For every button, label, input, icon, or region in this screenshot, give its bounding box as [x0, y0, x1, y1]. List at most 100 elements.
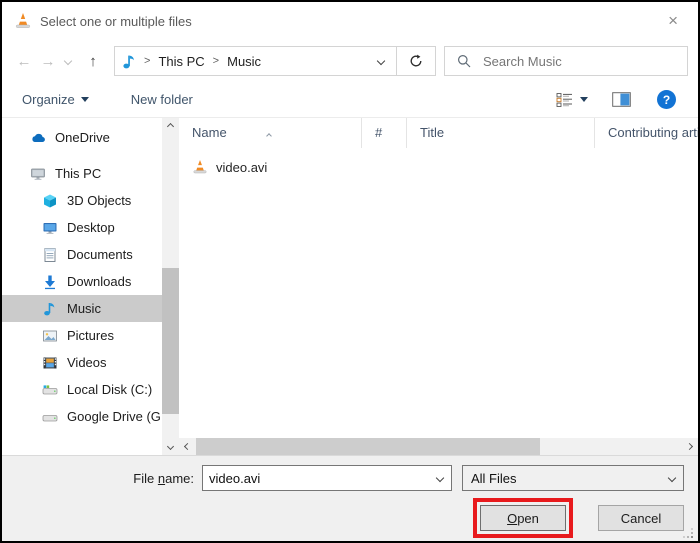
sidebar-item-label: OneDrive — [55, 130, 110, 145]
scroll-up-button[interactable] — [162, 118, 179, 135]
column-label: Title — [420, 125, 444, 140]
sidebar-scrollbar[interactable] — [162, 118, 179, 455]
sidebar-item-label: Videos — [67, 355, 107, 370]
sort-ascending-icon — [267, 119, 271, 148]
window-title: Select one or multiple files — [40, 14, 192, 29]
column-header-name[interactable]: Name — [179, 118, 362, 148]
column-label: # — [375, 125, 382, 140]
downloads-icon — [42, 274, 58, 290]
breadcrumb-separator: > — [213, 55, 219, 67]
back-button[interactable]: ← — [12, 53, 36, 70]
combo-chevron-icon[interactable] — [429, 475, 451, 481]
file-type-value: All Files — [463, 471, 661, 486]
sidebar-scroll-track[interactable] — [162, 135, 179, 438]
sidebar-item-music[interactable]: Music — [2, 295, 162, 322]
dialog-footer: File name: All Files Open Cancel — [2, 455, 698, 541]
vlc-cone-icon — [14, 12, 32, 30]
file-name: video.avi — [216, 160, 267, 175]
forward-button[interactable]: → — [36, 53, 60, 70]
file-list: Name # Title Contributing artists — [179, 118, 698, 455]
vlc-file-icon — [192, 159, 208, 175]
sidebar-item-documents[interactable]: Documents — [2, 241, 162, 268]
scroll-down-button[interactable] — [162, 438, 179, 455]
file-type-dropdown[interactable]: All Files — [462, 465, 684, 491]
recent-locations-button[interactable] — [60, 58, 76, 64]
horizontal-scroll-thumb[interactable] — [196, 438, 540, 455]
cancel-button[interactable]: Cancel — [598, 505, 684, 531]
column-header-number[interactable]: # — [362, 118, 407, 148]
pictures-icon — [42, 328, 58, 344]
search-input[interactable] — [481, 53, 631, 70]
buttons-row: Open Cancel — [2, 498, 698, 538]
file-name-combobox[interactable] — [202, 465, 452, 491]
music-note-icon — [42, 301, 58, 317]
local-disk-icon — [42, 382, 58, 398]
help-button[interactable]: ? — [657, 90, 676, 109]
file-name-input[interactable] — [203, 470, 429, 487]
file-name-row: File name: All Files — [2, 465, 698, 491]
sidebar-item-google-drive-g[interactable]: Google Drive (G: — [2, 403, 162, 430]
file-name-label: File name: — [133, 471, 194, 486]
desktop-icon — [42, 220, 58, 236]
sidebar-item-label: Local Disk (C:) — [67, 382, 152, 397]
new-folder-label: New folder — [131, 92, 193, 107]
search-box[interactable] — [444, 46, 688, 76]
close-button[interactable]: × — [648, 11, 698, 31]
sidebar-scroll-thumb[interactable] — [162, 268, 179, 413]
sidebar-item-pictures[interactable]: Pictures — [2, 322, 162, 349]
sidebar-item-desktop[interactable]: Desktop — [2, 214, 162, 241]
sidebar-item-videos[interactable]: Videos — [2, 349, 162, 376]
column-header-contributing-artists[interactable]: Contributing artists — [595, 118, 698, 148]
annotation-highlight-box: Open — [473, 498, 573, 538]
onedrive-cloud-icon — [30, 130, 46, 146]
help-question-glyph: ? — [663, 93, 670, 107]
sidebar-item-3d-objects[interactable]: 3D Objects — [2, 187, 162, 214]
horizontal-scrollbar[interactable] — [179, 438, 698, 455]
scroll-right-button[interactable] — [681, 438, 698, 455]
file-row-video-avi[interactable]: video.avi — [179, 153, 698, 181]
navigation-sidebar: OneDrive This PC 3D Objects — [2, 118, 162, 455]
breadcrumb-item-music[interactable]: Music — [227, 54, 261, 69]
address-bar[interactable]: > This PC > Music — [114, 46, 436, 76]
breadcrumb-item-this-pc[interactable]: This PC — [158, 54, 204, 69]
view-options-chevron-icon[interactable] — [580, 97, 588, 102]
new-folder-button[interactable]: New folder — [131, 92, 193, 107]
details-view-icon[interactable] — [556, 92, 573, 108]
sidebar-item-downloads[interactable]: Downloads — [2, 268, 162, 295]
refresh-button[interactable] — [396, 47, 435, 75]
combo-chevron-icon[interactable] — [661, 475, 683, 481]
sidebar-item-label: This PC — [55, 166, 101, 181]
cancel-label: Cancel — [621, 511, 661, 526]
address-dropdown-chevron-icon[interactable] — [378, 58, 384, 64]
sidebar-item-label: Pictures — [67, 328, 114, 343]
horizontal-scroll-track[interactable] — [196, 438, 681, 455]
file-open-dialog: Select one or multiple files × ← → ↑ > T… — [0, 0, 700, 543]
sidebar-item-onedrive[interactable]: OneDrive — [2, 124, 162, 151]
sidebar-item-label: Music — [67, 301, 101, 316]
search-icon — [457, 54, 471, 68]
organize-menu-button[interactable]: Organize — [22, 92, 89, 107]
up-button[interactable]: ↑ — [80, 53, 106, 70]
column-header-title[interactable]: Title — [407, 118, 595, 148]
sidebar-item-local-disk-c[interactable]: Local Disk (C:) — [2, 376, 162, 403]
sidebar-item-label: Downloads — [67, 274, 131, 289]
view-controls: ? — [556, 90, 676, 109]
this-pc-icon — [30, 166, 46, 182]
breadcrumb: > This PC > Music — [115, 47, 396, 75]
navigation-bar: ← → ↑ > This PC > Music — [2, 40, 698, 82]
preview-pane-icon[interactable] — [612, 92, 631, 107]
drive-icon — [42, 409, 58, 425]
main-area: OneDrive This PC 3D Objects — [2, 118, 698, 455]
sidebar-item-label: 3D Objects — [67, 193, 131, 208]
resize-grip[interactable] — [683, 528, 694, 539]
breadcrumb-separator: > — [144, 55, 150, 67]
open-button[interactable]: Open — [480, 505, 566, 531]
column-label: Contributing artists — [608, 125, 698, 140]
3d-objects-icon — [42, 193, 58, 209]
chevron-down-icon — [81, 97, 89, 102]
title-bar: Select one or multiple files × — [2, 2, 698, 40]
sidebar-item-this-pc[interactable]: This PC — [2, 160, 162, 187]
scroll-left-button[interactable] — [179, 438, 196, 455]
refresh-icon — [409, 54, 423, 68]
sidebar-item-label: Documents — [67, 247, 133, 262]
